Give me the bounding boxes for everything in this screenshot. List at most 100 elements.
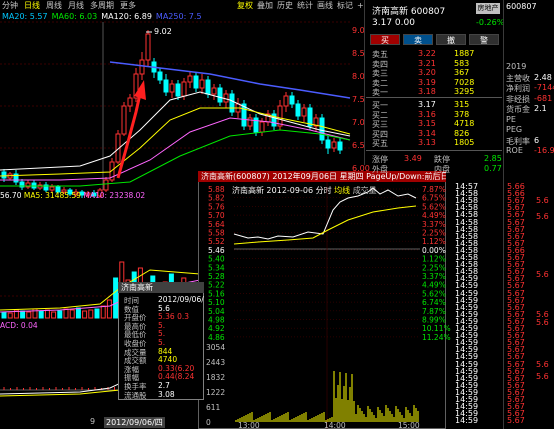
stats-cell: 2.85 [484, 154, 502, 163]
volume-bar [38, 310, 44, 319]
orderbook-label: 买五 [372, 139, 388, 148]
volume-bar [51, 311, 57, 319]
candle [247, 117, 253, 127]
candle [139, 59, 145, 75]
popup-right-axis-label: 0.00% [422, 246, 446, 255]
popup-right-axis-label: 7.87% [422, 307, 446, 316]
orderbook-price: 3.19 [418, 77, 436, 87]
orderbook-volume: 7028 [454, 77, 475, 87]
candle [283, 95, 289, 107]
popup-volume-axis-label: 1222 [206, 388, 225, 397]
popup-left-axis-label: 4.92 [208, 324, 225, 333]
stats-cell: 内盘 [434, 164, 450, 174]
tick-row: 14:59 5.67 [455, 416, 525, 427]
popup-right-axis-label: 6.75% [422, 194, 446, 203]
orderbook-price: 3.16 [418, 109, 436, 119]
volume-ma10: MA10: 23238.02 [83, 191, 146, 200]
volume-bar [63, 308, 69, 319]
ma-legend-item: MA60: 6.03 [51, 12, 98, 21]
kline-chart[interactable]: 9.02 [0, 21, 364, 198]
fundamentals-label: 货币金 [506, 105, 530, 114]
candle [205, 79, 211, 95]
volume-bar [113, 277, 119, 319]
price-percent: -0.26% [476, 18, 505, 27]
popup-title[interactable]: 济南高新(600807) 2012年09月06日 星期四 PageUp/Down… [198, 171, 446, 182]
popup-left-axis-label: 5.64 [208, 220, 225, 229]
fundamentals-label: 主营收 [506, 73, 530, 83]
chart-tool-4[interactable]: 画线 [317, 0, 333, 11]
orderbook-row: 卖三 3.20 367 [372, 68, 502, 78]
popup-left-axis-label: 4.86 [208, 333, 225, 342]
popup-volume-axis-label: 611 [206, 403, 221, 412]
popup-left-axis-label: 5.10 [208, 298, 225, 307]
period-tab-2[interactable]: 周线 [46, 0, 62, 11]
chart-tool-5[interactable]: 标记 [337, 0, 353, 11]
popup-left-axis-label: 5.04 [208, 307, 225, 316]
popup-right-axis-label: 11.24% [422, 333, 451, 342]
high-price-label: 9.02 [154, 27, 172, 36]
candle [199, 79, 205, 89]
trade-button-0[interactable]: 买 [370, 34, 400, 45]
chart-tool-0[interactable]: 复权 [237, 0, 253, 11]
fundamentals-label: 非经损 [506, 94, 530, 104]
volume-bar [106, 299, 112, 319]
candle [193, 75, 199, 89]
popup-left-axis-label: 5.40 [208, 255, 225, 264]
orderbook-volume: 1887 [454, 49, 475, 58]
orderbook-volume: 367 [454, 68, 470, 77]
sector-badge[interactable]: 房地产 [476, 3, 500, 14]
period-tab-1[interactable]: 日线 [24, 0, 40, 11]
popup-left-axis-label: 4.98 [208, 316, 225, 325]
fundamentals-code: 600807 [506, 2, 537, 11]
stats-cell: 0.77 [484, 163, 502, 173]
popup-left-axis-label: 5.22 [208, 281, 225, 290]
candle [277, 105, 283, 127]
period-tab-3[interactable]: 月线 [68, 0, 84, 11]
stats-cell: 3.49 [404, 154, 422, 163]
popup-left-axis-label: 5.58 [208, 229, 225, 238]
orderbook-price: 3.13 [418, 138, 436, 147]
candle [217, 87, 223, 103]
intraday-chart[interactable]: 5.88 7.87% 5.82 6.75% 5.76 5.62% 5.70 4.49% 5.64… [198, 182, 451, 429]
chart-tool-1[interactable]: 叠加 [257, 0, 273, 11]
period-toolbar: 分钟 日线 周线 月线 多周期 更多 [0, 0, 200, 11]
popup-right-axis-label: 3.37% [422, 272, 446, 281]
popup-volume-axis-label: 0 [206, 418, 211, 427]
orderbook-separator [366, 150, 502, 151]
tick-price: 5.67 [507, 416, 525, 426]
candle [223, 93, 229, 103]
info-box-title: 济南高新 [118, 282, 204, 293]
popup-volume-axis-label: 3054 [206, 343, 225, 352]
volume-legend: 56.70 MA5: 31485.59 MA10: 23238.02 [0, 191, 145, 200]
date-label: 9 [90, 417, 96, 426]
trade-button-2[interactable]: 撤 [436, 34, 466, 45]
volume-bar [26, 311, 32, 319]
popup-right-axis-label: 5.62% [422, 289, 446, 298]
orderbook-row: 买二 3.16 378 [372, 109, 502, 120]
chart-tool-2[interactable]: 历史 [277, 0, 293, 11]
fundamentals-label: ROE [506, 146, 523, 155]
popup-left-axis-label: 5.28 [208, 272, 225, 281]
ma-legend: MA20: 5.57 MA60: 6.03 MA120: 6.89 MA250: 7.… [2, 12, 202, 22]
period-tab-5[interactable]: 更多 [120, 0, 136, 11]
fundamentals-price: 5.6 [536, 212, 549, 221]
popup-right-axis-label: 5.62% [422, 202, 446, 211]
orderbook-row: 买五 3.13 1805 [372, 138, 502, 148]
chart-tool-3[interactable]: 统计 [297, 0, 313, 11]
period-tab-4[interactable]: 多周期 [90, 0, 114, 11]
popup-left-axis-label: 5.70 [208, 211, 225, 220]
popup-left-axis-label: 5.82 [208, 194, 225, 203]
orderbook-price: 3.18 [418, 87, 436, 96]
orderbook-volume: 583 [454, 58, 470, 68]
trade-button-1[interactable]: 卖 [403, 34, 433, 45]
price-change: 0.00 [394, 18, 415, 28]
orderbook-volume: 3295 [454, 87, 475, 96]
trade-button-3[interactable]: 警 [469, 34, 499, 45]
orderbook-volume: 826 [454, 128, 470, 138]
fundamentals-price: 5.6 [536, 196, 549, 205]
popup-time-label: 13:00 [238, 421, 260, 429]
orderbook-row: 卖四 3.21 583 [372, 58, 502, 69]
candle [229, 93, 235, 113]
intraday-avg-line [233, 205, 417, 245]
period-tab-0[interactable]: 分钟 [2, 0, 18, 11]
